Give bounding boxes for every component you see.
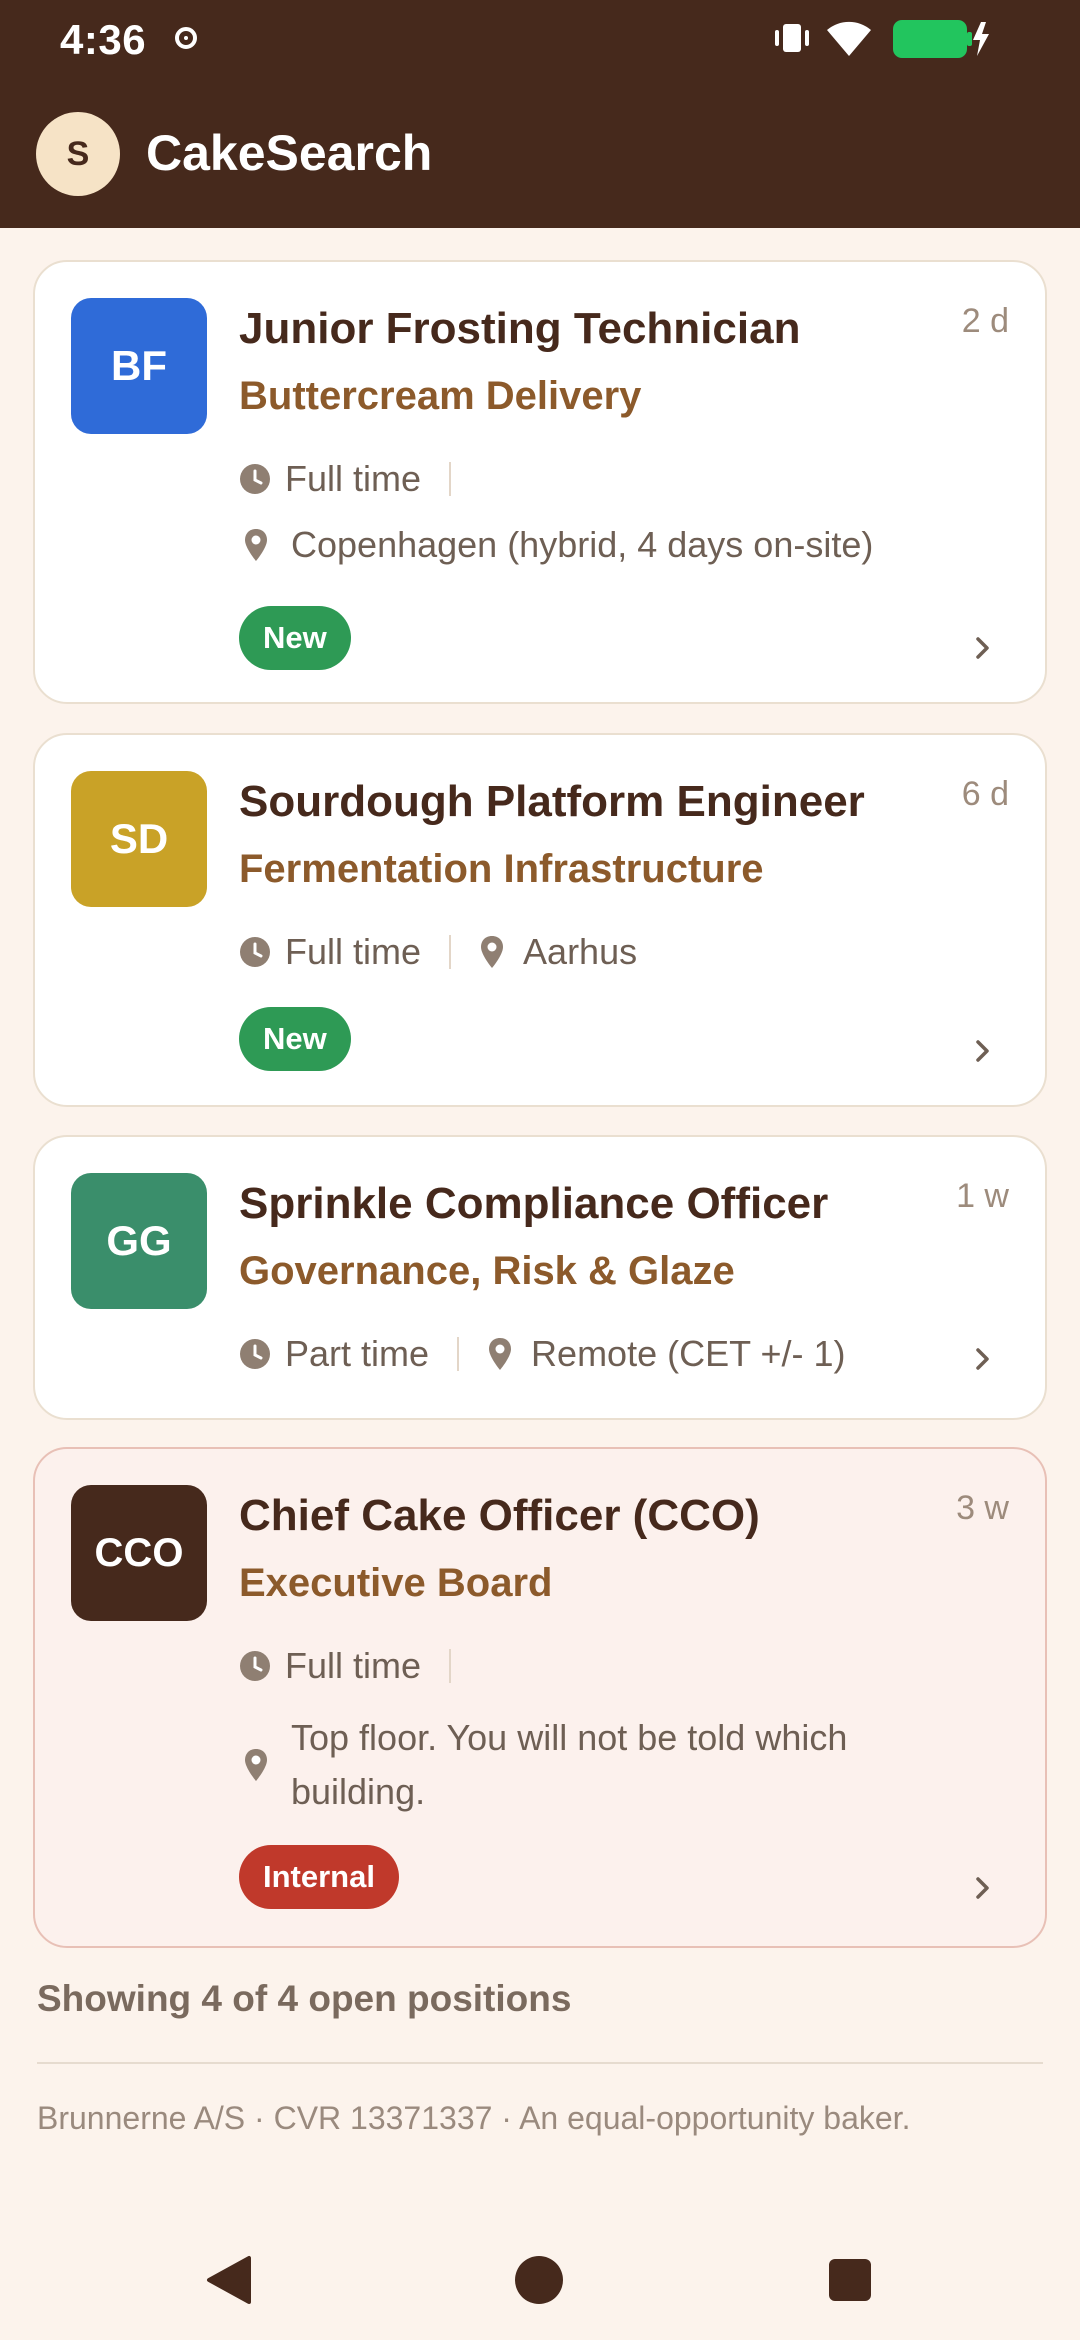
job-location: Remote (CET +/- 1)	[531, 1333, 846, 1374]
back-icon[interactable]	[205, 2254, 253, 2306]
job-card[interactable]: BF Junior Frosting Technician Buttercrea…	[33, 260, 1047, 704]
company-name: Governance, Risk & Glaze	[239, 1249, 735, 1293]
job-location: Aarhus	[523, 931, 638, 972]
company-logo: GG	[71, 1173, 207, 1309]
job-card[interactable]: SD Sourdough Platform Engineer Fermentat…	[33, 733, 1047, 1107]
avatar[interactable]: S	[36, 112, 120, 196]
home-icon[interactable]	[515, 2256, 563, 2304]
new-badge: New	[239, 606, 351, 670]
location-pin-icon	[489, 1338, 512, 1370]
location-row: Top floor. You will not be told which bu…	[239, 1711, 939, 1819]
location-row: Copenhagen (hybrid, 4 days on-site)	[239, 518, 873, 572]
company-logo: CCO	[71, 1485, 207, 1621]
battery-charging-icon	[893, 20, 989, 58]
location-pin-icon	[245, 529, 267, 561]
clock-icon	[240, 464, 270, 494]
chevron-right-icon	[976, 1040, 989, 1062]
vibrate-icon	[775, 24, 809, 52]
notification-dot-icon	[175, 27, 197, 49]
job-location: Copenhagen (hybrid, 4 days on-site)	[291, 524, 874, 565]
location-pin-icon	[481, 936, 504, 968]
status-time: 4:36	[60, 16, 147, 63]
posted-age: 1 w	[956, 1177, 1009, 1215]
clock-icon	[240, 937, 270, 967]
meta-divider	[449, 462, 452, 496]
employment-type: Full time	[285, 931, 422, 972]
posted-age: 3 w	[956, 1489, 1009, 1527]
job-meta-row: Full time	[239, 1645, 479, 1687]
job-meta-row: Full time	[239, 458, 479, 500]
clock-icon	[240, 1339, 270, 1369]
job-location: Top floor. You will not be told which bu…	[291, 1717, 848, 1812]
footer-text: Brunnerne A/S · CVR 13371337 · An equal-…	[37, 2100, 911, 2136]
recents-icon[interactable]	[829, 2259, 871, 2301]
job-title: Chief Cake Officer (CCO)	[239, 1491, 760, 1540]
job-title: Sprinkle Compliance Officer	[239, 1179, 829, 1228]
meta-divider	[449, 935, 452, 969]
app-header: 4:36 S CakeSearch	[0, 0, 1080, 228]
wifi-icon	[827, 21, 871, 56]
company-logo: BF	[71, 298, 207, 434]
job-meta-row: Full time Aarhus	[239, 931, 637, 973]
job-title: Sourdough Platform Engineer	[239, 777, 865, 826]
company-name: Fermentation Infrastructure	[239, 847, 764, 891]
employment-type: Part time	[285, 1333, 430, 1374]
chevron-right-icon	[976, 637, 989, 659]
results-summary: Showing 4 of 4 open positions	[37, 1978, 572, 2019]
new-badge: New	[239, 1007, 351, 1071]
app-title: CakeSearch	[146, 125, 433, 181]
job-card[interactable]: GG Sprinkle Compliance Officer Governanc…	[33, 1135, 1047, 1420]
meta-divider	[449, 1649, 452, 1683]
job-card[interactable]: CCO Chief Cake Officer (CCO) Executive B…	[33, 1447, 1047, 1948]
employment-type: Full time	[285, 458, 422, 499]
footer-divider	[37, 2062, 1043, 2064]
job-title: Junior Frosting Technician	[239, 304, 801, 353]
internal-badge: Internal	[239, 1845, 399, 1909]
posted-age: 2 d	[961, 302, 1009, 340]
job-meta-row: Part time Remote (CET +/- 1)	[239, 1333, 845, 1375]
chevron-right-icon	[976, 1348, 989, 1370]
company-name: Executive Board	[239, 1561, 553, 1605]
employment-type: Full time	[285, 1645, 422, 1686]
meta-divider	[457, 1337, 460, 1371]
company-logo: SD	[71, 771, 207, 907]
chevron-right-icon	[976, 1877, 989, 1899]
posted-age: 6 d	[961, 775, 1009, 813]
location-pin-icon	[245, 1749, 267, 1781]
company-name: Buttercream Delivery	[239, 374, 642, 418]
clock-icon	[240, 1651, 270, 1681]
